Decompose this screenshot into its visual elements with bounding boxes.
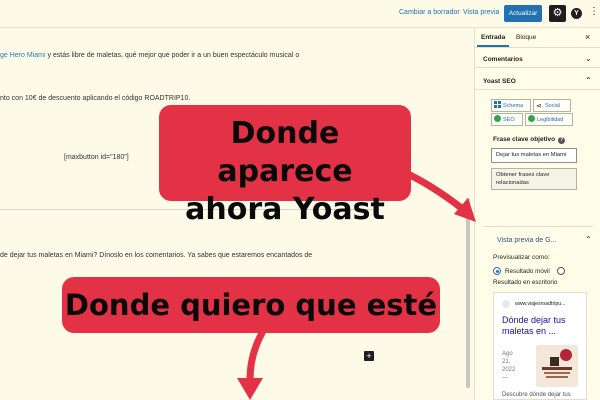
share-icon: ⋖: [536, 103, 542, 110]
google-preview-title[interactable]: Vista previa de G...: [497, 237, 556, 244]
schema-icon: [494, 101, 501, 108]
paragraph-text: y estás libre de maletas, qué mejor que …: [45, 52, 300, 59]
serp-description: Descubre dónde dejar tus maletas en Miam…: [502, 392, 571, 398]
tab-bloque[interactable]: Bloque: [516, 34, 536, 41]
related-keyphrases-button[interactable]: Obtener frases clave relacionadas: [491, 168, 577, 190]
readability-score-icon: [528, 115, 535, 122]
update-button[interactable]: Actualizar: [504, 5, 542, 22]
settings-button[interactable]: ⚙: [549, 5, 566, 22]
editor-scrollbar[interactable]: [466, 198, 470, 388]
mobile-radio[interactable]: [493, 267, 501, 275]
yoast-panel-header[interactable]: Yoast SEO ⌃: [475, 72, 600, 90]
comentarios-panel[interactable]: Comentarios ⌄: [475, 50, 600, 68]
paragraph-block[interactable]: nto con 10€ de descuento aplicando el có…: [0, 95, 190, 102]
active-tab-indicator: [477, 45, 509, 47]
gear-icon: ⚙: [552, 7, 563, 19]
serp-url: www.viajesroadtripu...: [515, 301, 566, 307]
divider: [483, 226, 593, 227]
callout-desired-location: Donde quiero que esté: [62, 277, 440, 333]
editor-toolbar: Cambiar a borrador Vista previa Actualiz…: [0, 0, 600, 28]
tab-entrada[interactable]: Entrada: [481, 34, 505, 41]
desktop-radio[interactable]: [557, 267, 565, 275]
serp-thumbnail: [536, 345, 578, 387]
favicon: [502, 300, 510, 308]
tab-label: SEO: [503, 117, 515, 123]
close-icon[interactable]: ×: [585, 32, 590, 42]
more-vertical-icon[interactable]: ⋮: [589, 7, 599, 17]
tab-label: Schema: [503, 103, 524, 109]
serp-date: Ago 21, 2022 —: [502, 351, 516, 381]
callout-line-1: Donde aparece: [217, 116, 353, 189]
keyphrase-label: Frase clave objetivo?: [493, 136, 566, 144]
yoast-icon[interactable]: Y: [571, 8, 582, 19]
chevron-up-icon[interactable]: ⌃: [585, 235, 592, 244]
keyphrase-label-text: Frase clave objetivo: [493, 136, 556, 143]
preview-as-label: Previsualizar como:: [493, 254, 550, 261]
tab-label: Legibilidad: [537, 117, 564, 123]
yoast-tab-social[interactable]: ⋖ Social: [533, 99, 571, 112]
panel-title: Comentarios: [483, 56, 523, 63]
help-icon[interactable]: ?: [558, 137, 566, 144]
yoast-tab-schema[interactable]: Schema: [491, 99, 531, 112]
preview-button[interactable]: Vista previa: [463, 9, 499, 16]
paragraph-block[interactable]: de dejar tus maletas en Miami? Dínoslo e…: [0, 252, 312, 259]
serp-preview: www.viajesroadtripu... Dónde dejar tus m…: [493, 292, 587, 400]
yoast-tab-seo[interactable]: SEO: [491, 113, 523, 126]
serp-title[interactable]: Dónde dejar tus maletas en ...: [502, 315, 584, 337]
settings-sidebar: Entrada Bloque × Comentarios ⌄ Yoast SEO…: [474, 28, 600, 400]
tab-label: Social: [545, 103, 560, 109]
paragraph-block[interactable]: ge Hero Miami y estás libre de maletas, …: [0, 52, 299, 59]
yoast-tab-readability[interactable]: Legibilidad: [525, 113, 573, 126]
seo-score-icon: [494, 115, 501, 122]
desktop-radio-label[interactable]: Resultado en escritorio: [493, 279, 557, 286]
switch-to-draft-button[interactable]: Cambiar a borrador: [399, 9, 460, 16]
mobile-radio-label[interactable]: Resultado móvil: [505, 268, 550, 275]
paragraph-link[interactable]: ge Hero Miami: [0, 52, 46, 59]
keyphrase-input[interactable]: Dejar tus maletas en Miami: [491, 148, 577, 163]
panel-title: Yoast SEO: [483, 78, 516, 85]
add-block-button[interactable]: +: [364, 351, 374, 361]
chevron-down-icon: ⌄: [585, 54, 592, 63]
callout-line-2: ahora Yoast: [185, 192, 385, 227]
chevron-up-icon: ⌃: [585, 76, 592, 85]
shortcode-block[interactable]: [maxbutton id="180"]: [64, 154, 129, 161]
callout-current-location: Donde aparece ahora Yoast: [159, 105, 411, 227]
sidebar-tabs: Entrada Bloque ×: [475, 28, 600, 48]
